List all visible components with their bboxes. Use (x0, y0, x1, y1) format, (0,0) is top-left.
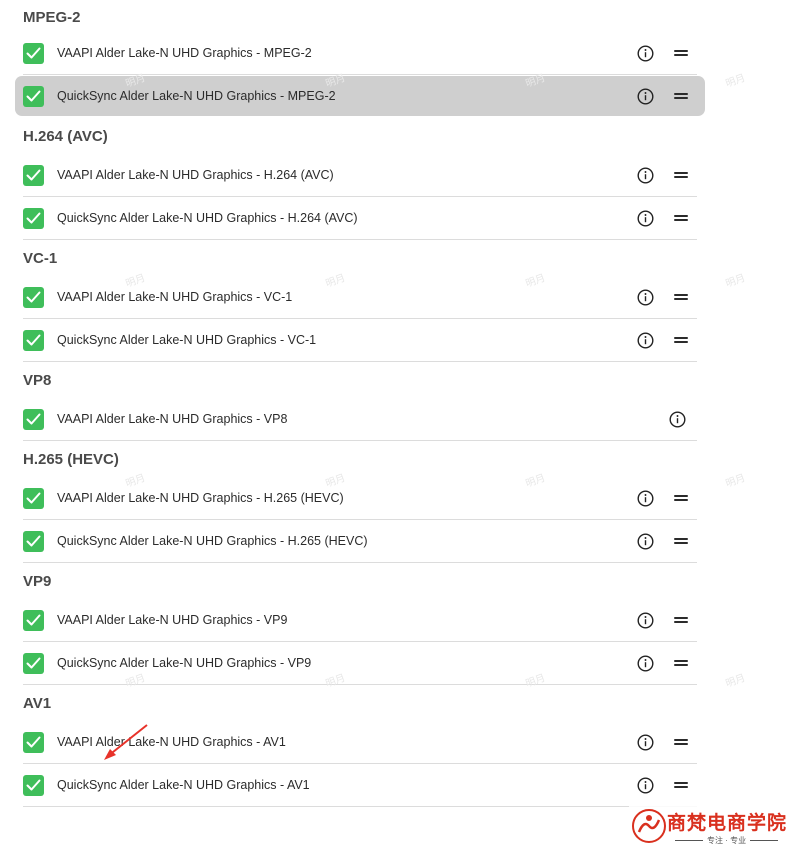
info-icon[interactable] (636, 331, 654, 349)
codec-enabled-checkbox[interactable] (23, 609, 44, 631)
codec-row[interactable]: QuickSync Alder Lake-N UHD Graphics - VC… (23, 319, 697, 362)
codec-enabled-checkbox[interactable] (23, 85, 44, 107)
codec-label: VAAPI Alder Lake-N UHD Graphics - MPEG-2 (57, 46, 312, 60)
group-title: H.264 (AVC) (23, 128, 108, 145)
drag-handle-icon[interactable] (674, 493, 688, 503)
info-icon[interactable] (636, 166, 654, 184)
drag-handle-icon[interactable] (674, 213, 688, 223)
checkmark-icon (26, 779, 41, 791)
codec-label: QuickSync Alder Lake-N UHD Graphics - MP… (57, 89, 336, 103)
group-title: VC-1 (23, 250, 58, 267)
logo-emblem-icon (632, 809, 666, 843)
info-icon[interactable] (636, 489, 654, 507)
codec-row[interactable]: VAAPI Alder Lake-N UHD Graphics - VP9 (23, 599, 697, 642)
drag-handle-icon[interactable] (674, 48, 688, 58)
watermark-text: 明月 (724, 672, 747, 690)
group-title: H.265 (HEVC) (23, 451, 119, 468)
checkmark-icon (26, 169, 41, 181)
info-icon[interactable] (636, 776, 654, 794)
drag-handle-icon[interactable] (674, 737, 688, 747)
group-title: VP9 (23, 573, 52, 590)
codec-label: VAAPI Alder Lake-N UHD Graphics - H.265 … (57, 491, 344, 505)
drag-handle-icon[interactable] (674, 335, 688, 345)
info-icon[interactable] (636, 733, 654, 751)
codec-enabled-checkbox[interactable] (23, 42, 44, 64)
group-title: MPEG-2 (23, 9, 81, 26)
codec-enabled-checkbox[interactable] (23, 164, 44, 186)
codec-settings-list: MPEG-2 VAAPI Alder Lake-N UHD Graphics - … (15, 0, 705, 807)
info-icon[interactable] (636, 288, 654, 306)
info-icon[interactable] (636, 209, 654, 227)
codec-label: VAAPI Alder Lake-N UHD Graphics - VP8 (57, 412, 288, 426)
codec-label: QuickSync Alder Lake-N UHD Graphics - VP… (57, 656, 312, 670)
drag-handle-icon[interactable] (674, 536, 688, 546)
logo-subtext: 专注 · 专业 (671, 835, 782, 846)
info-icon[interactable] (636, 44, 654, 62)
codec-enabled-checkbox[interactable] (23, 207, 44, 229)
info-icon[interactable] (636, 532, 654, 550)
watermark-text: 明月 (724, 72, 747, 90)
codec-row[interactable]: VAAPI Alder Lake-N UHD Graphics - VC-1 (23, 276, 697, 319)
codec-enabled-checkbox[interactable] (23, 487, 44, 509)
checkmark-icon (26, 47, 41, 59)
group-title: AV1 (23, 695, 52, 712)
drag-handle-icon[interactable] (674, 780, 688, 790)
codec-enabled-checkbox[interactable] (23, 329, 44, 351)
info-icon[interactable] (636, 611, 654, 629)
checkmark-icon (26, 212, 41, 224)
checkmark-icon (26, 614, 41, 626)
logo-text: 商梵电商学院 (667, 812, 788, 834)
codec-row[interactable]: QuickSync Alder Lake-N UHD Graphics - AV… (23, 764, 697, 807)
codec-label: QuickSync Alder Lake-N UHD Graphics - VC… (57, 333, 317, 347)
checkmark-icon (26, 90, 41, 102)
drag-handle-icon[interactable] (674, 170, 688, 180)
codec-enabled-checkbox[interactable] (23, 286, 44, 308)
checkmark-icon (26, 291, 41, 303)
checkmark-icon (26, 657, 41, 669)
drag-handle-icon[interactable] (674, 91, 688, 101)
codec-row[interactable]: VAAPI Alder Lake-N UHD Graphics - VP8 (23, 398, 697, 441)
codec-enabled-checkbox[interactable] (23, 774, 44, 796)
info-icon[interactable] (636, 87, 654, 105)
watermark-text: 明月 (724, 472, 747, 490)
codec-row[interactable]: VAAPI Alder Lake-N UHD Graphics - AV1 (23, 721, 697, 764)
codec-enabled-checkbox[interactable] (23, 530, 44, 552)
codec-label: VAAPI Alder Lake-N UHD Graphics - AV1 (57, 735, 286, 749)
codec-row[interactable]: VAAPI Alder Lake-N UHD Graphics - H.265 … (23, 477, 697, 520)
codec-row[interactable]: QuickSync Alder Lake-N UHD Graphics - VP… (23, 642, 697, 685)
checkmark-icon (26, 334, 41, 346)
checkmark-icon (26, 736, 41, 748)
drag-handle-icon[interactable] (674, 292, 688, 302)
codec-label: VAAPI Alder Lake-N UHD Graphics - H.264 … (57, 168, 334, 182)
watermark-text: 明月 (724, 272, 747, 290)
group-title: VP8 (23, 372, 52, 389)
codec-enabled-checkbox[interactable] (23, 731, 44, 753)
codec-enabled-checkbox[interactable] (23, 408, 44, 430)
codec-label: QuickSync Alder Lake-N UHD Graphics - H.… (57, 534, 368, 548)
codec-label: VAAPI Alder Lake-N UHD Graphics - VC-1 (57, 290, 293, 304)
brand-logo: 商梵电商学院 专注 · 专业 (629, 806, 787, 848)
codec-label: QuickSync Alder Lake-N UHD Graphics - H.… (57, 211, 358, 225)
codec-row[interactable]: VAAPI Alder Lake-N UHD Graphics - H.264 … (23, 154, 697, 197)
codec-row[interactable]: VAAPI Alder Lake-N UHD Graphics - MPEG-2 (23, 32, 697, 75)
drag-handle-icon[interactable] (674, 615, 688, 625)
info-icon[interactable] (636, 654, 654, 672)
codec-row[interactable]: QuickSync Alder Lake-N UHD Graphics - H.… (23, 197, 697, 240)
codec-row[interactable]: QuickSync Alder Lake-N UHD Graphics - H.… (23, 520, 697, 563)
checkmark-icon (26, 492, 41, 504)
checkmark-icon (26, 413, 41, 425)
codec-label: QuickSync Alder Lake-N UHD Graphics - AV… (57, 778, 310, 792)
codec-label: VAAPI Alder Lake-N UHD Graphics - VP9 (57, 613, 288, 627)
info-icon[interactable] (668, 410, 686, 428)
codec-row[interactable]: QuickSync Alder Lake-N UHD Graphics - MP… (15, 76, 705, 116)
codec-enabled-checkbox[interactable] (23, 652, 44, 674)
checkmark-icon (26, 535, 41, 547)
drag-handle-icon[interactable] (674, 658, 688, 668)
